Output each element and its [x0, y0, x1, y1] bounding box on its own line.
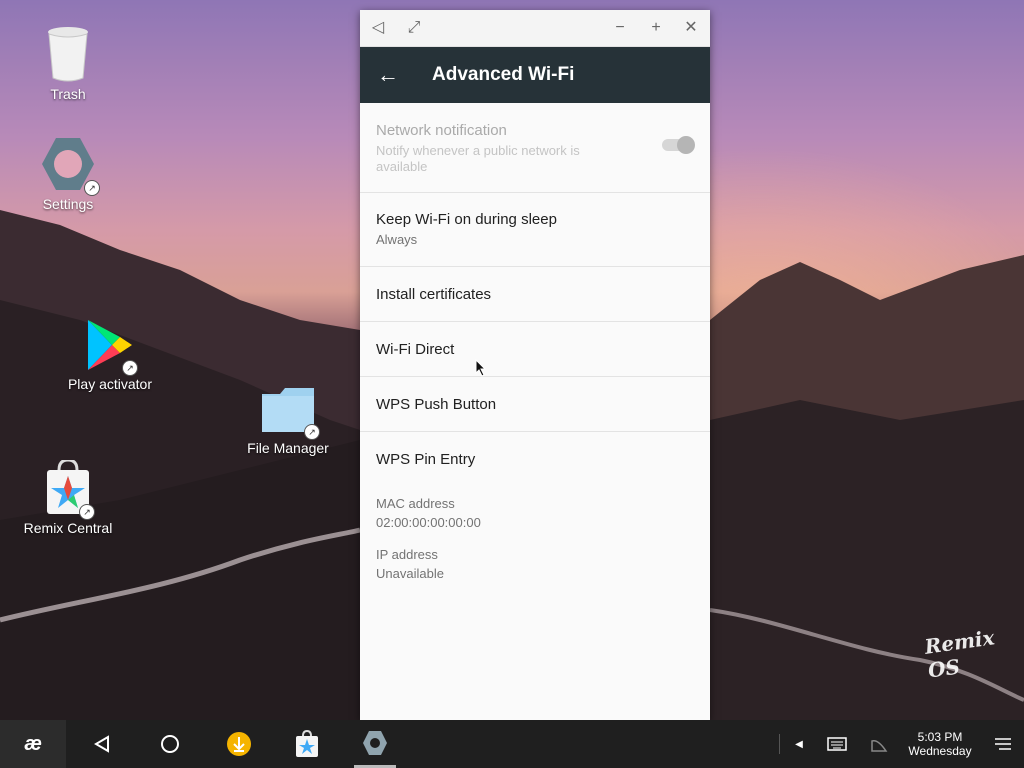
setting-title: WPS Push Button	[376, 396, 497, 413]
setting-summary: Notify whenever a public network is avai…	[376, 143, 580, 174]
tray-arrow-icon[interactable]: ◀	[790, 720, 808, 768]
info-value: 02:00:00:00:00:00	[376, 515, 481, 530]
desktop-icon-label: Play activator	[67, 376, 153, 392]
back-triangle-icon[interactable]: ◁	[368, 18, 388, 38]
remix-central-icon[interactable]	[290, 720, 324, 768]
setting-title: Install certificates	[376, 286, 492, 303]
desktop-icon-label: Remix Central	[23, 520, 113, 536]
desktop-icon-remix-central[interactable]: ↗ Remix Central	[8, 458, 128, 536]
shortcut-arrow-icon: ↗	[304, 424, 320, 440]
settings-icon[interactable]	[354, 720, 396, 768]
setting-title: Network notification	[376, 122, 507, 139]
remix-start-icon[interactable]: æ	[0, 720, 66, 768]
setting-wps-push-button[interactable]: WPS Push Button	[360, 377, 710, 432]
settings-window: ◁ ⤢ − + ✕ ← Advanced Wi-Fi Network notif…	[360, 10, 710, 720]
network-notification-toggle	[662, 136, 695, 154]
desktop-icon-settings[interactable]: ↗ Settings	[8, 136, 128, 212]
keyboard-icon[interactable]	[824, 720, 850, 768]
desktop-icon-label: Trash	[50, 86, 86, 102]
taskbar: æ ◀ 5:03 PM Wednesday	[0, 720, 1024, 768]
fullscreen-icon[interactable]: ⤢	[404, 18, 424, 38]
folder-icon: ↗	[260, 386, 320, 440]
setting-title: Keep Wi-Fi on during sleep	[376, 211, 557, 228]
desktop-icon-play-activator[interactable]: ↗ Play activator	[50, 318, 170, 392]
close-icon[interactable]: ✕	[681, 18, 701, 38]
settings-list: Network notification Notify whenever a p…	[360, 103, 710, 581]
clock-day: Wednesday	[908, 744, 972, 758]
tray-divider	[779, 734, 780, 754]
setting-network-notification: Network notification Notify whenever a p…	[360, 103, 710, 193]
downloader-icon[interactable]	[222, 720, 256, 768]
arrow-back-icon[interactable]: ←	[376, 63, 400, 87]
maximize-icon[interactable]: +	[646, 18, 666, 38]
setting-keep-wifi-on[interactable]: Keep Wi-Fi on during sleep Always	[360, 193, 710, 267]
setting-summary: Always	[376, 232, 418, 247]
setting-install-certificates[interactable]: Install certificates	[360, 267, 710, 322]
page-title: Advanced Wi-Fi	[432, 64, 575, 85]
setting-wps-pin-entry[interactable]: WPS Pin Entry	[360, 432, 710, 488]
setting-title: WPS Pin Entry	[376, 451, 476, 468]
remix-central-icon: ↗	[45, 458, 95, 520]
shortcut-arrow-icon: ↗	[79, 504, 95, 520]
setting-title: Wi-Fi Direct	[376, 341, 455, 358]
clock[interactable]: 5:03 PM Wednesday	[900, 720, 980, 768]
info-value: Unavailable	[376, 566, 444, 581]
back-icon[interactable]	[86, 720, 118, 768]
trash-icon	[46, 26, 90, 82]
desktop-icon-label: Settings	[42, 196, 94, 212]
mouse-cursor-icon	[475, 359, 487, 377]
play-store-icon: ↗	[86, 318, 138, 376]
home-icon[interactable]	[154, 720, 186, 768]
desktop-icon-file-manager[interactable]: ↗ File Manager	[228, 386, 348, 456]
info-label: MAC address	[376, 496, 455, 511]
shortcut-arrow-icon: ↗	[84, 180, 100, 196]
signal-icon[interactable]	[868, 720, 890, 768]
app-bar: ← Advanced Wi-Fi	[360, 47, 710, 103]
info-label: IP address	[376, 547, 438, 562]
minimize-icon[interactable]: −	[610, 18, 630, 38]
shortcut-arrow-icon: ↗	[122, 360, 138, 376]
setting-wifi-direct[interactable]: Wi-Fi Direct	[360, 322, 710, 377]
ip-address-info: IP address Unavailable	[360, 530, 710, 581]
window-titlebar[interactable]: ◁ ⤢ − + ✕	[360, 10, 710, 47]
mac-address-info: MAC address 02:00:00:00:00:00	[360, 488, 710, 530]
settings-icon: ↗	[40, 136, 100, 196]
notifications-icon[interactable]	[990, 720, 1016, 768]
desktop-icon-trash[interactable]: Trash	[8, 26, 128, 102]
clock-time: 5:03 PM	[917, 730, 963, 744]
desktop-icon-label: File Manager	[247, 440, 329, 456]
